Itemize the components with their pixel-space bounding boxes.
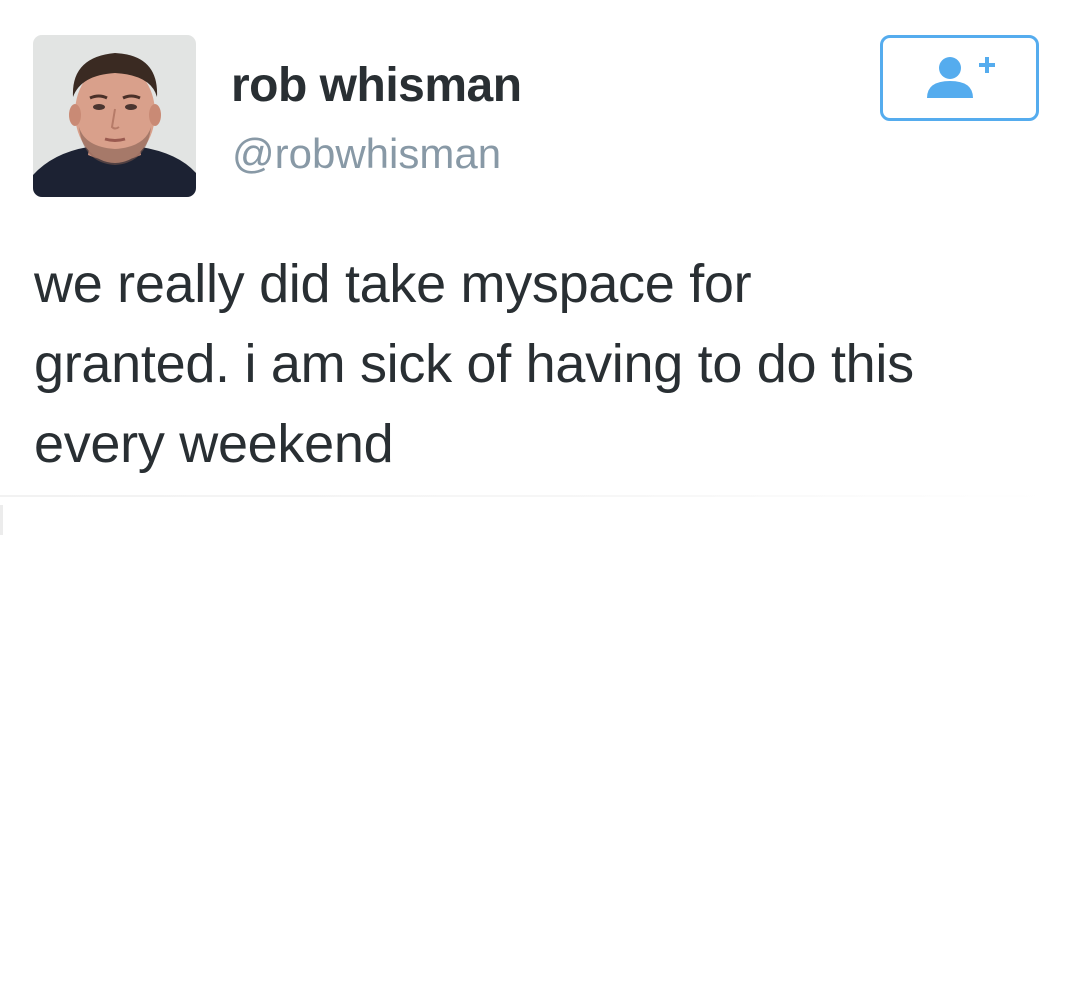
display-name[interactable]: rob whisman	[231, 58, 522, 113]
avatar[interactable]	[33, 35, 196, 197]
user-handle[interactable]: @robwhisman	[232, 130, 501, 178]
tweet-text: we really did take myspace for granted. …	[34, 244, 1044, 484]
add-user-icon	[926, 57, 995, 98]
divider	[0, 495, 1050, 497]
tweet-text-line: granted. i am sick of having to do this	[34, 334, 914, 394]
divider-edge	[0, 505, 3, 535]
follow-button[interactable]	[880, 35, 1039, 121]
tweet-text-line: every weekend	[34, 414, 394, 474]
tweet-card: rob whisman @robwhisman we really did ta…	[0, 0, 1076, 500]
tweet-text-line: we really did take myspace for	[34, 254, 752, 314]
avatar-photo	[33, 35, 196, 197]
